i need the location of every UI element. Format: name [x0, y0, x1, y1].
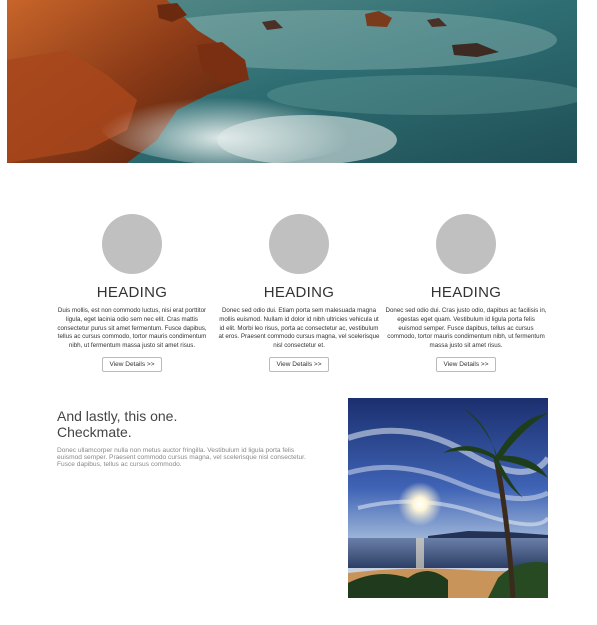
rocky-coast-sea-photo — [7, 0, 577, 163]
column-heading: HEADING — [430, 284, 502, 301]
circle-placeholder-image — [436, 214, 496, 274]
feature-column-3: HEADING Donec sed odio dui. Cras justo o… — [385, 214, 547, 372]
circle-placeholder-image — [269, 214, 329, 274]
feature-column-1: HEADING Duis mollis, est non commodo luc… — [51, 214, 213, 372]
feature-column-2: HEADING Donec sed odio dui. Etiam porta … — [218, 214, 380, 372]
column-text: Donec sed odio dui. Cras justo odio, dap… — [385, 307, 547, 350]
view-details-button[interactable]: View Details >> — [436, 356, 496, 372]
column-text: Duis mollis, est non commodo luctus, nis… — [57, 307, 207, 350]
featurette-text: And lastly, this one. Checkmate. Donec u… — [57, 408, 317, 468]
featurette-heading: And lastly, this one. Checkmate. — [57, 408, 317, 440]
view-details-button[interactable]: View Details >> — [102, 356, 162, 372]
view-details-button[interactable]: View Details >> — [269, 356, 329, 372]
hero-image — [7, 0, 577, 163]
featurette-heading-line1: And lastly, this one. — [57, 408, 178, 424]
featurette-heading-line2: Checkmate. — [57, 424, 132, 440]
column-heading: HEADING — [263, 284, 335, 301]
featurette-paragraph: Donec ullamcorper nulla non metus auctor… — [57, 447, 306, 468]
column-heading: HEADING — [96, 284, 168, 301]
column-text: Donec sed odio dui. Etiam porta sem male… — [218, 307, 380, 350]
featurette-image — [348, 398, 548, 598]
circle-placeholder-image — [102, 214, 162, 274]
tropical-beach-sunset-photo — [348, 398, 548, 598]
